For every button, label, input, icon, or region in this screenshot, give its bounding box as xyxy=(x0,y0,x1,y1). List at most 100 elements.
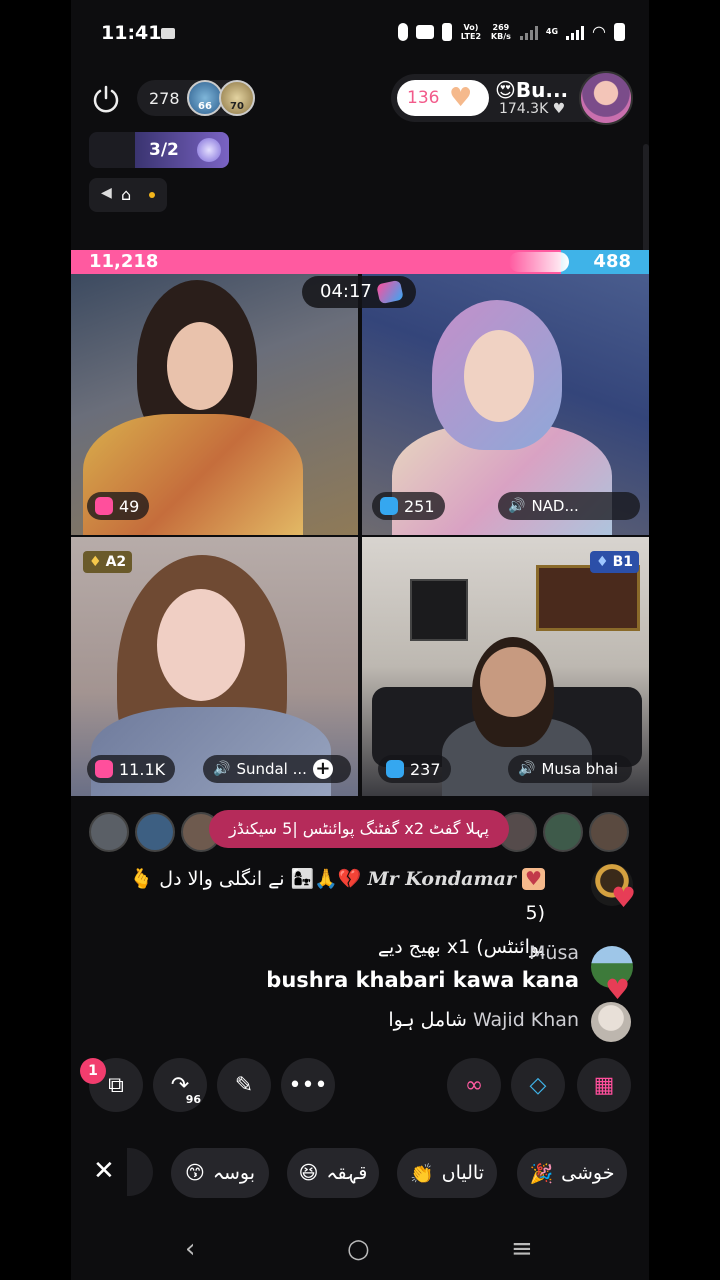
home-icon: ⌂ xyxy=(121,185,132,204)
reaction-chip-partial[interactable] xyxy=(127,1148,153,1196)
camera-icon xyxy=(415,24,434,39)
speaker-name: Sundal ... xyxy=(236,760,307,778)
rank-tag: ♦ B1 xyxy=(590,551,639,573)
screen-record-icon xyxy=(161,28,175,39)
gift-count-badge[interactable]: 251 xyxy=(372,492,445,520)
video-tile-1[interactable]: 49 xyxy=(71,274,358,535)
wall-frame xyxy=(536,565,640,631)
status-icons: Vo) LTE2 269 KB/s 4G ◠ xyxy=(397,22,625,41)
reaction-chip-laugh[interactable]: قہقہ 😆 xyxy=(287,1148,379,1198)
video-tile-4[interactable]: ♦ B1 237 🔊 Musa bhai xyxy=(362,537,649,796)
viewer-count-pill[interactable]: 278 66 70 xyxy=(137,80,255,116)
viewer-avatar[interactable]: 66 xyxy=(187,80,223,116)
contributor-avatar[interactable] xyxy=(135,812,175,852)
notification-badge: 1 xyxy=(80,1058,106,1084)
chat-username: Mr Kondamar xyxy=(367,868,516,890)
host-name: 😍Bu... xyxy=(495,78,569,102)
pk-icon: ◇ xyxy=(529,1072,547,1098)
pk-button[interactable]: ◇ xyxy=(511,1058,565,1112)
viewer-count: 278 xyxy=(149,89,180,108)
more-icon: ••• xyxy=(288,1072,328,1098)
reaction-label: تالیاں xyxy=(441,1162,485,1184)
host-avatar[interactable] xyxy=(579,71,633,125)
speaker-label[interactable]: 🔊 Sundal ... + xyxy=(203,755,351,783)
host-stats: 174.3K ♥ xyxy=(499,101,566,117)
pk-timer-text: 04:17 xyxy=(320,281,372,302)
live-stream-screen: 11:41 Vo) LTE2 269 KB/s 4G ◠ 278 66 70 1… xyxy=(71,0,649,1280)
chat-count: (5 xyxy=(525,902,545,924)
video-tile-3[interactable]: ♦ A2 11.1K 🔊 Sundal ... + xyxy=(71,537,358,796)
more-button[interactable]: ••• xyxy=(281,1058,335,1112)
laugh-icon: 😆 xyxy=(298,1162,319,1184)
host-info-pill[interactable]: 136 ♥ 😍Bu... 174.3K ♥ xyxy=(391,71,633,125)
heart-badge-icon: ♥ xyxy=(611,881,637,914)
chat-username: Müsa xyxy=(529,942,579,964)
signal-icon xyxy=(519,24,538,40)
status-dot xyxy=(149,192,155,198)
gift-count-badge[interactable]: 49 xyxy=(87,492,150,520)
gift-count-badge[interactable]: 237 xyxy=(378,755,451,783)
pk-right-score: 488 xyxy=(593,251,631,272)
contributor-avatar[interactable] xyxy=(89,812,129,852)
rank-progress-pill[interactable]: 3/2 xyxy=(89,132,229,168)
chat-avatar[interactable] xyxy=(591,1002,631,1042)
contributor-avatar[interactable] xyxy=(589,812,629,852)
rank-progress-text: 3/2 xyxy=(149,140,179,160)
speaker-label[interactable]: 🔊 NAD... xyxy=(498,492,640,520)
rank-tag: ♦ A2 xyxy=(83,551,133,573)
video-tile-2[interactable]: 251 🔊 NAD... xyxy=(362,274,649,535)
wifi-icon: ◠ xyxy=(592,22,606,41)
wall-frame xyxy=(410,579,468,641)
side-scroll-handle[interactable] xyxy=(643,144,649,254)
follow-plus-button[interactable]: + xyxy=(312,759,333,779)
heart-badge-icon: ♥ xyxy=(521,868,545,890)
system-nav-bar: ‹ ○ ≡ xyxy=(71,1220,649,1280)
room-nav-pill[interactable]: ◀ ⌂ xyxy=(89,178,167,212)
heart-icon: ♥ xyxy=(449,83,473,113)
speaker-label[interactable]: 🔊 Musa bhai xyxy=(508,755,632,783)
battery-icon xyxy=(614,22,625,41)
chat-message: ♥ Mr Kondamar 💔🙏👩‍👧 نے انگلی والا دل 🫰 (… xyxy=(129,868,545,958)
speaker-name: Musa bhai xyxy=(541,760,619,778)
heart-badge-icon: ♥ xyxy=(605,973,631,1006)
magic-wand-icon: ✎ xyxy=(234,1072,254,1098)
power-icon[interactable] xyxy=(91,84,121,114)
back-icon[interactable]: ‹ xyxy=(185,1234,195,1264)
recents-icon[interactable]: ≡ xyxy=(511,1234,533,1264)
speaker-name: NAD... xyxy=(531,497,579,515)
rank-orb-icon xyxy=(197,138,221,162)
gift-icon xyxy=(386,760,404,778)
gift-icon xyxy=(95,760,113,778)
vibrate-icon xyxy=(441,22,452,41)
share-button[interactable]: ↷ 96 xyxy=(153,1058,207,1112)
contributor-avatar[interactable] xyxy=(543,812,583,852)
kiss-icon: 😙 xyxy=(185,1162,205,1184)
guest-figure xyxy=(480,647,546,717)
viewer-avatar[interactable]: 70 xyxy=(219,80,255,116)
gift-button[interactable]: ▦ xyxy=(577,1058,631,1112)
guest-figure xyxy=(167,322,233,410)
reaction-chip-happy[interactable]: خوشی 🎉 xyxy=(517,1148,627,1198)
speed-label: 269 KB/s xyxy=(490,22,511,41)
home-nav-icon[interactable]: ○ xyxy=(347,1234,370,1264)
reaction-chip-kiss[interactable]: بوسہ 😙 xyxy=(171,1148,269,1198)
arrow-left-icon: ◀ xyxy=(101,185,112,201)
gift-count-badge[interactable]: 11.1K xyxy=(87,755,176,783)
guest-figure xyxy=(157,589,245,701)
gift-count: 11.1K xyxy=(119,759,166,779)
pk-score-bar: 11,218 488 xyxy=(71,250,649,274)
chat-text: نے انگلی والا دل xyxy=(159,868,285,890)
chat-text: شامل ہوا xyxy=(388,1009,467,1031)
reaction-chip-clap[interactable]: تالیاں 👏 xyxy=(397,1148,497,1198)
party-icon: 🎉 xyxy=(529,1162,554,1185)
gift-count: 237 xyxy=(410,759,441,779)
likes-button[interactable]: 136 ♥ xyxy=(397,80,489,116)
magic-wand-button[interactable]: ✎ xyxy=(217,1058,271,1112)
clock: 11:41 xyxy=(101,22,162,44)
reaction-label: قہقہ xyxy=(326,1162,368,1184)
clap-icon: 👏 xyxy=(410,1162,434,1185)
link-button[interactable]: ∞ xyxy=(447,1058,501,1112)
close-icon[interactable]: ✕ xyxy=(93,1156,115,1186)
gift-count: 49 xyxy=(119,496,140,516)
signal-4g-label: 4G xyxy=(545,27,559,36)
